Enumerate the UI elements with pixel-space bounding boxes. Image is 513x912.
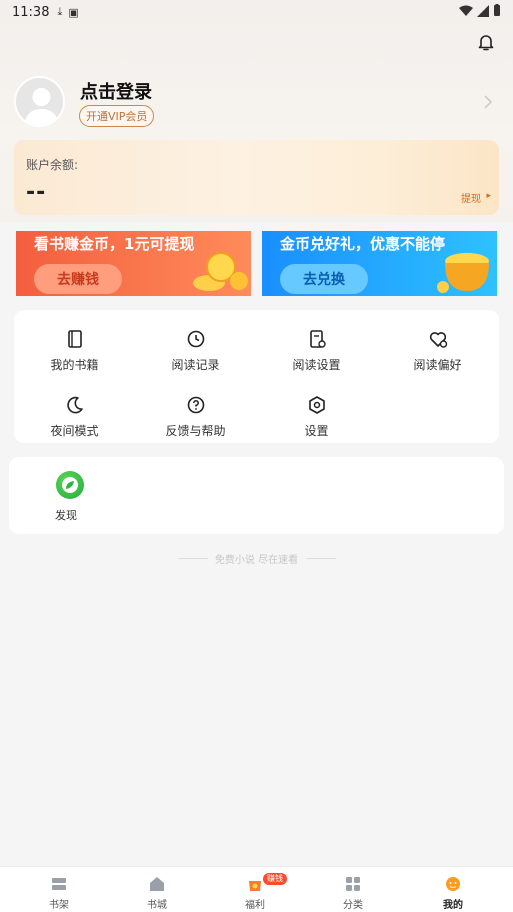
menu-label: 阅读设置 xyxy=(292,358,341,372)
tab-label: 福利 xyxy=(245,900,265,911)
bookshelf-icon xyxy=(52,878,66,890)
app-notification-icon: ▣ xyxy=(68,5,79,19)
tab-label: 书城 xyxy=(147,900,167,911)
earn-money-button[interactable]: 去赚钱 xyxy=(34,264,122,294)
profile-face-icon xyxy=(446,877,460,891)
balance-label: 账户余额: xyxy=(26,158,79,172)
menu-item-reading-history[interactable]: 阅读记录 xyxy=(135,318,256,378)
wifi-icon xyxy=(459,5,473,16)
menu-item-reading-preference[interactable]: 阅读偏好 xyxy=(377,318,498,378)
menu-label: 设置 xyxy=(304,424,329,438)
banner-title: 看书赚金币，1元可提现 xyxy=(34,235,195,253)
gift-bag-icon xyxy=(249,881,261,891)
avatar[interactable] xyxy=(14,76,65,127)
discover-label: 发现 xyxy=(55,509,77,522)
tab-label: 分类 xyxy=(343,900,363,911)
menu-label: 阅读偏好 xyxy=(413,358,462,372)
menu-item-my-books[interactable]: 我的书籍 xyxy=(14,318,135,378)
treasure-pot-icon xyxy=(437,253,489,293)
menu-item-feedback-help[interactable]: 反馈与帮助 xyxy=(135,384,256,444)
status-bar: 11:38 ⤓ ▣ xyxy=(0,0,513,24)
triangle-right-icon: ▸ xyxy=(486,191,491,201)
menu-label: 反馈与帮助 xyxy=(165,424,226,438)
tab-label: 我的 xyxy=(443,900,463,911)
battery-icon xyxy=(494,4,500,16)
earn-badge: 赚钱 xyxy=(263,873,287,885)
bottom-tab-bar: 书架 书城 赚钱 福利 分类 我的 xyxy=(0,866,513,912)
redeem-button[interactable]: 去兑换 xyxy=(280,264,368,294)
question-icon xyxy=(187,396,204,414)
menu-item-settings[interactable]: 设置 xyxy=(256,384,377,444)
banner-title: 金币兑好礼，优惠不能停 xyxy=(280,235,446,253)
category-grid-icon xyxy=(346,877,360,891)
download-icon: ⤓ xyxy=(57,5,63,18)
book-icon xyxy=(67,330,82,348)
notification-bell-icon[interactable] xyxy=(476,32,496,52)
compass-icon[interactable] xyxy=(56,471,84,499)
menu-grid: 我的书籍 阅读记录 阅读设置 阅读偏好 夜间模式 反馈与帮助 设置 xyxy=(14,310,499,443)
menu-label: 我的书籍 xyxy=(50,358,99,372)
gold-coins-icon xyxy=(193,252,248,291)
discover-card: 发现 xyxy=(9,457,504,534)
tab-category[interactable]: 分类 xyxy=(304,867,402,912)
clock-icon xyxy=(187,330,204,348)
menu-label: 阅读记录 xyxy=(171,358,220,372)
menu-label: 夜间模式 xyxy=(50,424,99,438)
moon-icon xyxy=(66,396,83,414)
login-prompt[interactable]: 点击登录 xyxy=(80,78,152,104)
divider-right xyxy=(306,558,336,559)
redeem-gifts-banner[interactable]: 金币兑好礼，优惠不能停 去兑换 xyxy=(262,231,497,296)
menu-item-night-mode[interactable]: 夜间模式 xyxy=(14,384,135,444)
leaf-icon xyxy=(62,477,78,493)
tab-bookshelf[interactable]: 书架 xyxy=(10,867,108,912)
home-icon xyxy=(150,877,164,891)
hexagon-gear-icon xyxy=(308,396,325,414)
tab-bookstore[interactable]: 书城 xyxy=(108,867,206,912)
balance-card: 账户余额: -- 提现 ▸ xyxy=(14,140,499,215)
tab-label: 书架 xyxy=(49,900,69,911)
chevron-right-icon[interactable] xyxy=(482,94,494,110)
vip-button[interactable]: 开通VIP会员 xyxy=(79,105,155,127)
tab-welfare[interactable]: 赚钱 福利 xyxy=(206,867,304,912)
signal-icon xyxy=(477,4,489,17)
heart-settings-icon xyxy=(429,332,447,348)
tab-mine[interactable]: 我的 xyxy=(404,867,502,912)
withdraw-link[interactable]: 提现 xyxy=(461,190,481,205)
status-time: 11:38 xyxy=(12,4,50,20)
reading-settings-icon xyxy=(309,330,326,348)
footer-slogan: 免费小说 尽在速看 xyxy=(214,555,299,566)
earn-coins-banner[interactable]: 看书赚金币，1元可提现 去赚钱 xyxy=(16,231,251,296)
balance-value: -- xyxy=(26,180,47,205)
menu-item-reading-settings[interactable]: 阅读设置 xyxy=(256,318,377,378)
